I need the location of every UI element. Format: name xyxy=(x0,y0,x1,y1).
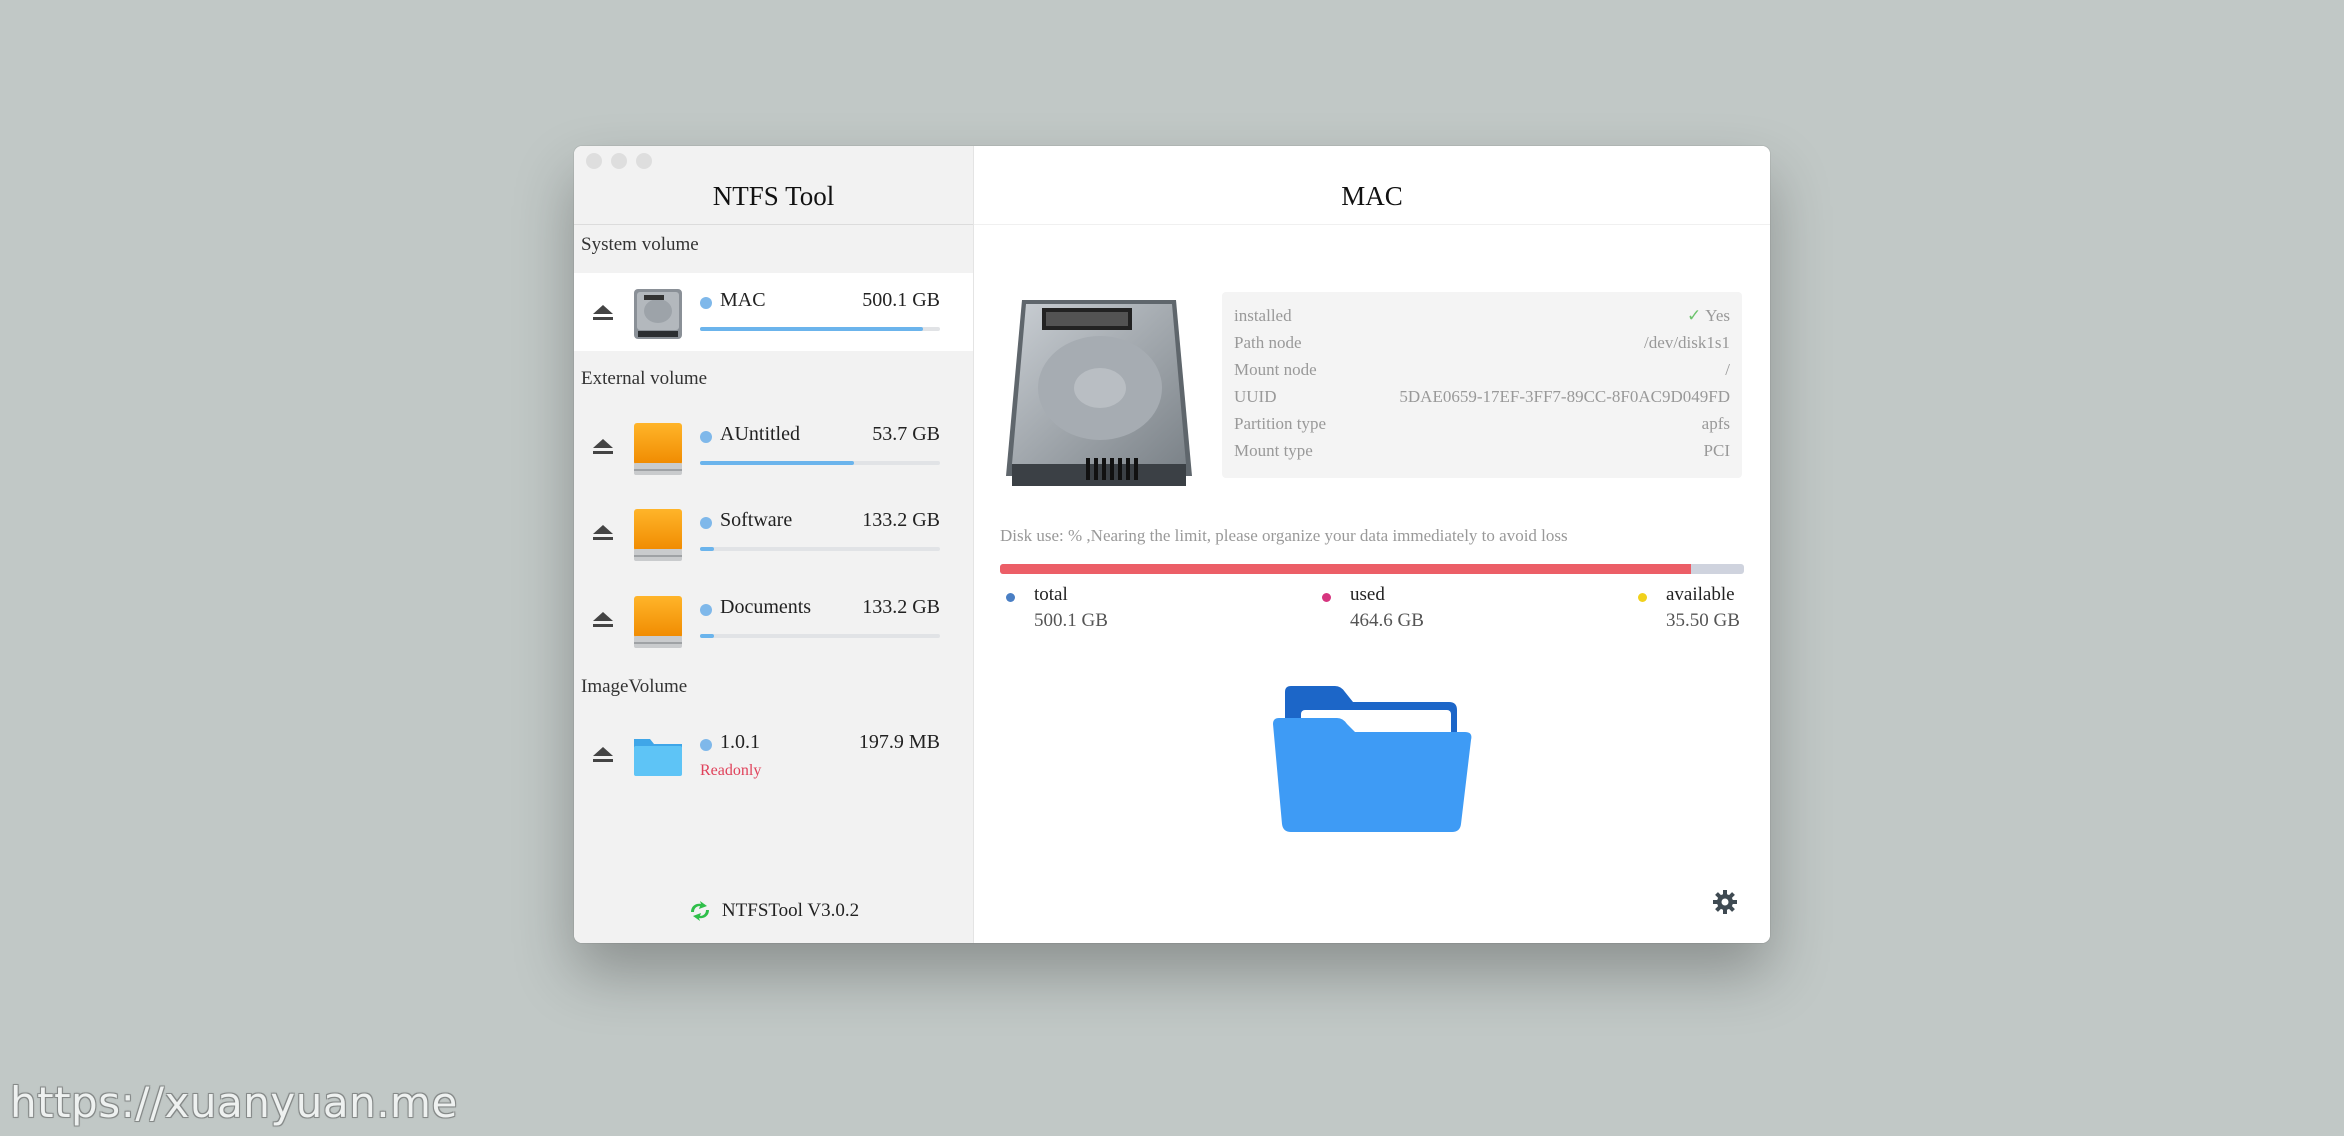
volume-size: 53.7 GB xyxy=(872,423,940,445)
legend-label: total xyxy=(1034,584,1068,605)
eject-icon[interactable] xyxy=(592,305,614,321)
eject-icon[interactable] xyxy=(592,747,614,763)
status-dot xyxy=(700,297,712,309)
status-dot xyxy=(700,431,712,443)
status-dot xyxy=(700,604,712,616)
info-key: installed xyxy=(1234,306,1292,325)
available-dot xyxy=(1638,593,1647,602)
volume-item-documents[interactable]: Documents 133.2 GB xyxy=(574,580,973,658)
app-window: NTFS Tool System volume MAC 500.1 GB Ext… xyxy=(574,146,1770,943)
volume-usage-fill xyxy=(700,547,715,551)
volume-item-mac[interactable]: MAC 500.1 GB xyxy=(574,273,973,351)
section-label-system: System volume xyxy=(581,234,699,255)
version-footer[interactable]: NTFSTool V3.0.2 xyxy=(574,891,973,931)
volume-size: 197.9 MB xyxy=(858,731,940,753)
minimize-window-button[interactable] xyxy=(611,153,627,169)
disk-usage-bar xyxy=(1000,564,1744,574)
disk-usage-fill xyxy=(1000,564,1692,574)
open-folder-icon[interactable] xyxy=(1271,684,1475,834)
info-row-path-node: Path node /dev/disk1s1 xyxy=(1234,333,1730,359)
volume-size: 133.2 GB xyxy=(862,596,940,618)
volume-name: Documents xyxy=(720,596,812,618)
info-value: / xyxy=(1725,360,1730,379)
info-key: UUID xyxy=(1234,387,1277,406)
volume-item-1-0-1[interactable]: 1.0.1 197.9 MB Readonly xyxy=(574,715,973,793)
window-controls xyxy=(586,153,652,169)
volume-name: 1.0.1 xyxy=(720,731,760,753)
total-dot xyxy=(1006,593,1015,602)
info-key: Partition type xyxy=(1234,414,1327,433)
info-value: 5DAE0659-17EF-3FF7-89CC-8F0AC9D049FD xyxy=(1399,387,1730,406)
external-drive-icon xyxy=(634,596,682,648)
version-label: NTFSTool V3.0.2 xyxy=(721,900,860,921)
volume-item-auntitled[interactable]: AUntitled 53.7 GB xyxy=(574,407,973,485)
sync-logo-icon xyxy=(690,901,709,921)
section-label-image: ImageVolume xyxy=(581,676,688,697)
volume-name: AUntitled xyxy=(720,423,800,445)
info-row-mount-node: Mount node / xyxy=(1234,360,1730,386)
page-title: MAC xyxy=(1341,180,1403,211)
sidebar-divider xyxy=(574,224,973,225)
close-window-button[interactable] xyxy=(586,153,602,169)
checkmark-icon: ✓ xyxy=(1687,306,1702,325)
volume-usage-fill xyxy=(700,461,854,465)
sidebar-title: NTFS Tool xyxy=(712,180,835,211)
volume-usage-fill xyxy=(700,634,715,638)
status-dot xyxy=(700,739,712,751)
legend-value: 35.50 GB xyxy=(1666,610,1740,631)
legend-value: 464.6 GB xyxy=(1350,610,1424,631)
hard-drive-illustration xyxy=(1006,300,1192,486)
legend-value: 500.1 GB xyxy=(1034,610,1108,631)
volume-item-software[interactable]: Software 133.2 GB xyxy=(574,493,973,571)
installed-value: Yes xyxy=(1705,306,1730,325)
eject-icon[interactable] xyxy=(592,612,614,628)
info-key: Mount type xyxy=(1234,441,1313,460)
volume-name: MAC xyxy=(720,289,766,311)
legend-label: available xyxy=(1666,584,1735,605)
volume-size: 133.2 GB xyxy=(862,509,940,531)
status-dot xyxy=(700,517,712,529)
settings-gear-icon[interactable] xyxy=(1712,889,1738,915)
eject-icon[interactable] xyxy=(592,439,614,455)
external-drive-icon xyxy=(634,423,682,475)
legend-label: used xyxy=(1350,584,1385,605)
internal-hdd-icon xyxy=(634,289,682,339)
volume-usage-bar xyxy=(700,461,940,465)
info-key: Path node xyxy=(1234,333,1302,352)
used-dot xyxy=(1322,593,1331,602)
section-label-external: External volume xyxy=(581,368,708,389)
info-value: PCI xyxy=(1703,441,1730,460)
info-value: apfs xyxy=(1701,414,1730,433)
eject-icon[interactable] xyxy=(592,525,614,541)
title-divider xyxy=(974,224,1770,225)
zoom-window-button[interactable] xyxy=(636,153,652,169)
info-row-uuid: UUID 5DAE0659-17EF-3FF7-89CC-8F0AC9D049F… xyxy=(1234,387,1730,413)
volume-info-panel: installed ✓ Yes Path node /dev/disk1s1 Mo… xyxy=(1222,292,1742,478)
volume-usage-fill xyxy=(700,327,924,331)
volume-usage-bar xyxy=(700,634,940,638)
info-row-partition-type: Partition type apfs xyxy=(1234,414,1730,440)
sidebar: NTFS Tool System volume MAC 500.1 GB Ext… xyxy=(574,146,974,943)
readonly-badge: Readonly xyxy=(700,762,762,779)
folder-icon xyxy=(634,739,682,776)
info-value: ✓ Yes xyxy=(1687,306,1730,326)
volume-name: Software xyxy=(720,509,793,531)
info-row-installed: installed ✓ Yes xyxy=(1234,306,1730,332)
disk-usage-warning: Disk use: % ,Nearing the limit, please o… xyxy=(1000,526,1568,545)
volume-usage-bar xyxy=(700,327,940,331)
volume-usage-bar xyxy=(700,547,940,551)
info-row-mount-type: Mount type PCI xyxy=(1234,441,1730,467)
external-drive-icon xyxy=(634,509,682,561)
main-panel: MAC installed ✓ Yes Path node /dev/disk1… xyxy=(974,146,1770,943)
info-value: /dev/disk1s1 xyxy=(1644,333,1730,352)
watermark-url: https://xuanyuan.me xyxy=(10,1078,458,1127)
info-key: Mount node xyxy=(1234,360,1317,379)
volume-size: 500.1 GB xyxy=(862,289,940,311)
